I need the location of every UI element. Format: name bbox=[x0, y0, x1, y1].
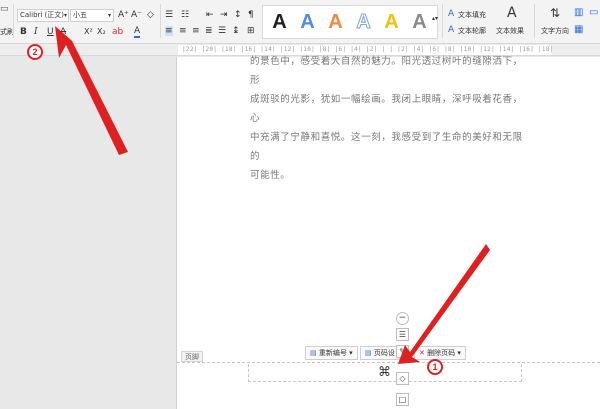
shrink-font-icon[interactable]: A⁻ bbox=[131, 10, 142, 20]
text-fill-icon[interactable]: A bbox=[448, 9, 454, 19]
text-line: 的景色中，感受着大自然的魅力。阳光透过树叶的缝隙洒下，形 bbox=[250, 56, 523, 86]
font-color-button[interactable]: A bbox=[134, 27, 141, 38]
clear-format-icon[interactable]: ◇ bbox=[147, 10, 154, 20]
collapse-icon[interactable]: − bbox=[396, 312, 409, 325]
text-effect-button[interactable]: 文本效果 bbox=[496, 26, 524, 36]
border-icon[interactable]: □ bbox=[396, 393, 409, 406]
footer-boundary bbox=[177, 362, 600, 363]
text-line: 可能性。 bbox=[250, 170, 291, 181]
strikethrough-button[interactable]: A bbox=[60, 27, 66, 37]
document-body-text[interactable]: 的景色中，感受着大自然的魅力。阳光透过树叶的缝隙洒下，形 成斑驳的光影，犹如一幅… bbox=[250, 56, 530, 185]
edit-pen-icon[interactable]: ✎ bbox=[396, 345, 409, 358]
footer-label: 页脚 bbox=[181, 351, 203, 362]
table-icon[interactable]: ▦ bbox=[574, 25, 583, 35]
delete-page-number-button[interactable]: ✕ 删除页码 ▾ bbox=[414, 346, 466, 360]
page-settings-icon: ▤ bbox=[365, 349, 372, 357]
text-effect-icon[interactable]: A bbox=[507, 6, 517, 20]
format-painter-label[interactable]: 式刷 bbox=[0, 27, 14, 37]
sort-icon[interactable]: ↕ bbox=[234, 10, 242, 20]
style-preset-3[interactable]: A bbox=[322, 8, 349, 36]
highlight-icon[interactable]: ab bbox=[112, 27, 123, 37]
chart-icon[interactable]: ▥ bbox=[574, 8, 583, 18]
decrease-indent-icon[interactable]: ⇤ bbox=[206, 10, 214, 20]
renumber-icon: ▤ bbox=[310, 349, 317, 357]
fill-icon[interactable]: ◇ bbox=[396, 372, 409, 385]
chevron-down-icon[interactable]: ▾ bbox=[64, 11, 67, 21]
text-outline-button[interactable]: 文本轮廓 bbox=[458, 26, 486, 36]
renumber-button[interactable]: ▤ 重新编号 ▾ bbox=[305, 346, 358, 360]
text-direction-icon[interactable]: ⇅ bbox=[550, 7, 560, 19]
style-preset-6[interactable]: A bbox=[406, 8, 433, 36]
numbered-list-icon[interactable]: ☷ bbox=[181, 10, 189, 20]
chevron-down-icon: ▾ bbox=[349, 349, 353, 357]
underline-button[interactable]: U bbox=[47, 27, 54, 37]
chevron-down-icon: ▾ bbox=[457, 349, 461, 357]
align-right-icon[interactable]: ≡ bbox=[192, 26, 200, 36]
style-preset-1[interactable]: A bbox=[266, 8, 293, 36]
justify-icon[interactable]: ≣ bbox=[205, 26, 213, 36]
bold-button[interactable]: B bbox=[20, 27, 27, 37]
page-number-settings-button[interactable]: ▤ 页码设 bbox=[360, 346, 400, 360]
font-name-select[interactable]: Calibri (正文) bbox=[17, 9, 69, 22]
superscript-button[interactable]: X² bbox=[84, 27, 93, 37]
style-preset-4[interactable]: A bbox=[350, 8, 377, 36]
italic-button[interactable]: I bbox=[34, 27, 38, 37]
callout-badge-1: 1 bbox=[427, 359, 443, 375]
style-preset-2[interactable]: A bbox=[294, 8, 321, 36]
text-line: 中充满了宁静和喜悦。这一刻，我感受到了生命的美好和无限的 bbox=[250, 132, 523, 162]
text-fill-button[interactable]: 文本填充 bbox=[458, 10, 486, 20]
callout-badge-2: 2 bbox=[27, 44, 43, 60]
shape-icon[interactable]: ▭ bbox=[589, 8, 598, 18]
style-preset-5[interactable]: A bbox=[378, 8, 405, 36]
gallery-scroll-icon[interactable]: ▴▾ bbox=[432, 14, 438, 24]
show-marks-icon[interactable]: ¶ bbox=[248, 10, 254, 20]
move-handle-icon[interactable]: ⌘ bbox=[378, 366, 391, 379]
text-line: 成斑驳的光影，犹如一幅绘画。我闭上眼睛，深呼吸着花香，心 bbox=[250, 94, 523, 124]
line-spacing-icon[interactable]: ↨ bbox=[232, 26, 240, 36]
align-left-icon[interactable]: ≡ bbox=[165, 26, 173, 36]
increase-indent-icon[interactable]: ⇥ bbox=[220, 10, 228, 20]
layout-options-icon[interactable]: ☰ bbox=[396, 328, 409, 341]
distribute-icon[interactable]: ☰ bbox=[218, 26, 226, 36]
subscript-button[interactable]: X₂ bbox=[97, 27, 106, 37]
ribbon-toolbar: ▭ 式刷 Calibri (正文) ▾ 小五 ▾ A⁺ A⁻ ◇ B I U A… bbox=[0, 0, 600, 44]
text-direction-button[interactable]: 文字方向 bbox=[541, 26, 569, 36]
paste-icon[interactable]: ▭ bbox=[0, 4, 9, 14]
grow-font-icon[interactable]: A⁺ bbox=[118, 10, 129, 20]
text-outline-icon[interactable]: A bbox=[448, 25, 454, 35]
align-center-icon[interactable]: ≡ bbox=[179, 26, 187, 36]
borders-icon[interactable]: ⊞ bbox=[247, 26, 255, 36]
bullet-list-icon[interactable]: ☰ bbox=[165, 10, 173, 20]
chevron-down-icon[interactable]: ▾ bbox=[108, 11, 111, 21]
close-icon: ✕ bbox=[419, 349, 425, 357]
